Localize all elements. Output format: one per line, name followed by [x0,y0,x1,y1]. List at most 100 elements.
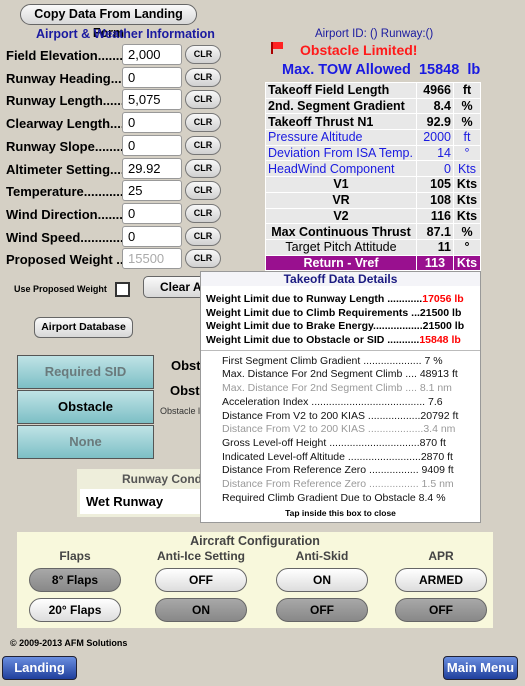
detail-row: Gross Level-off Height .................… [222,436,446,449]
result-row: HeadWind Component 0 Kts [265,160,481,178]
result-label: Takeoff Thrust N1 [265,113,417,131]
result-row: VR 108 Kts [265,191,481,209]
field-label: Temperature............ [6,184,122,200]
config-group-label: Anti-Ice Setting [156,549,245,563]
result-value: 11 [416,238,454,256]
sid-option-none[interactable]: None [17,425,154,459]
detail-row: First Segment Climb Gradient ...........… [222,354,443,367]
clr-button[interactable]: CLR [185,90,221,110]
config-group-label: Flaps [59,549,91,563]
weight-limit-value: 17056 lb [422,293,464,305]
result-row: Takeoff Field Length 4966 ft [265,82,481,99]
weight-limit-value: 21500 lb [419,306,462,319]
result-row: Deviation From ISA Temp. 14 ° [265,144,481,162]
clr-button[interactable]: CLR [185,181,221,201]
weight-limit-label: Weight Limit due to Climb Requirements .… [206,306,420,319]
result-unit: Kts [453,207,481,225]
field-label: Field Elevation........ [6,48,122,63]
field-input[interactable]: 0 [122,112,182,134]
result-value: 116 [416,207,454,225]
detail-row: Acceleration Index .....................… [222,395,443,408]
result-label: VR [265,191,417,209]
field-input[interactable]: 0 [122,134,182,156]
runway-condition-select[interactable]: Wet Runway [80,489,205,514]
field-input[interactable]: 15500 [122,248,182,270]
detail-row: Distance From V2 to 200 KIAS ...........… [222,409,459,422]
field-label: Wind Direction........ [6,206,122,222]
max-tow-label: Max. TOW Allowed [282,62,411,78]
main-menu-button[interactable]: Main Menu [443,656,518,680]
result-value: 113 [416,254,454,272]
result-unit: Kts [453,191,481,209]
result-value: 92.9 [416,113,454,131]
result-label: Deviation From ISA Temp. [265,144,417,162]
field-label: Runway Heading..... [6,70,122,86]
sid-option-required-gradient[interactable]: Required SID Gradient [17,355,154,411]
detail-row: Max. Distance For 2nd Segment Climb ....… [222,382,452,395]
takeoff-details-popup[interactable]: Takeoff Data Details Weight Limit due to… [200,271,481,523]
clr-button[interactable]: CLR [185,249,221,269]
weight-limit-value: 21500 lb [422,320,465,333]
config-option-button[interactable]: ON [276,568,368,592]
airport-info: Airport ID: () Runway:() [315,28,434,40]
landing-button[interactable]: Landing [2,656,77,680]
result-label: Return - Vref [265,254,417,272]
config-option-button[interactable]: OFF [155,568,247,592]
clr-button[interactable]: CLR [185,67,221,87]
result-row: Target Pitch Attitude 11 ° [265,238,481,256]
result-value: 0 [416,160,454,178]
result-value: 8.4 [416,97,454,115]
weight-limit-label: Weight Limit due to Runway Length ......… [206,293,423,305]
max-tow-unit: lb [467,62,481,78]
field-input[interactable]: 2,000 [122,44,182,65]
use-proposed-weight-label: Use Proposed Weight [14,284,107,294]
clr-button[interactable]: CLR [185,45,221,64]
detail-row: Max. Distance For 2nd Segment Climb ....… [222,368,458,381]
detail-row: Distance From Reference Zero ...........… [222,477,454,490]
config-option-button[interactable]: ARMED [395,568,487,592]
config-option-button[interactable]: 8° Flaps [29,568,121,592]
result-value: 87.1 [416,223,454,240]
result-unit: % [453,223,481,240]
weight-limit-row: Weight Limit due to Climb Requirements .… [206,307,480,321]
config-option-button[interactable]: ON [155,598,247,622]
result-unit: ft [453,129,481,146]
result-value: 108 [416,191,454,209]
copy-from-landing-button[interactable]: Copy Data From Landing Form [20,4,197,40]
result-label: Pressure Altitude [265,129,417,146]
use-proposed-weight-checkbox[interactable] [115,282,130,297]
airport-database-button[interactable]: Airport Database [34,317,133,338]
red-flag-icon [271,42,285,54]
clr-button[interactable]: CLR [185,135,221,155]
field-input[interactable]: 5,075 [122,89,182,111]
result-label: HeadWind Component [265,160,417,178]
field-input[interactable]: 0 [122,66,182,88]
result-unit: Kts [453,176,481,193]
copyright: © 2009-2013 AFM Solutions [10,638,128,648]
field-input[interactable]: 29.92 [122,157,182,179]
result-value: 2000 [416,129,454,146]
result-row: Max Continuous Thrust 87.1% [265,223,481,240]
details-title: Takeoff Data Details [201,272,480,286]
weight-limit-label: Weight Limit due to Obstacle or SID ....… [206,334,420,347]
field-input[interactable]: 0 [122,225,182,247]
result-value: 4966 [416,82,454,99]
field-input[interactable]: 25 [122,180,182,202]
max-tow: Max. TOW Allowed 15848 lb [282,62,480,78]
result-unit: ° [453,238,481,256]
clr-button[interactable]: CLR [185,226,221,246]
result-label: V2 [265,207,417,225]
field-label: Runway Slope......... [6,138,122,154]
result-label: 2nd. Segment Gradient [265,97,417,115]
config-option-button[interactable]: OFF [395,598,487,622]
section-title: Airport & Weather Information [36,27,215,41]
clr-button[interactable]: CLR [185,203,221,223]
field-input[interactable]: 0 [122,202,182,224]
config-option-button[interactable]: OFF [276,598,368,622]
result-row: V2 116 Kts [265,207,481,225]
config-option-button[interactable]: 20° Flaps [29,598,121,622]
clr-button[interactable]: CLR [185,113,221,133]
field-label: Wind Speed............. [6,229,122,245]
clr-button[interactable]: CLR [185,158,221,178]
sid-option-obstacle[interactable]: Obstacle [17,390,154,424]
